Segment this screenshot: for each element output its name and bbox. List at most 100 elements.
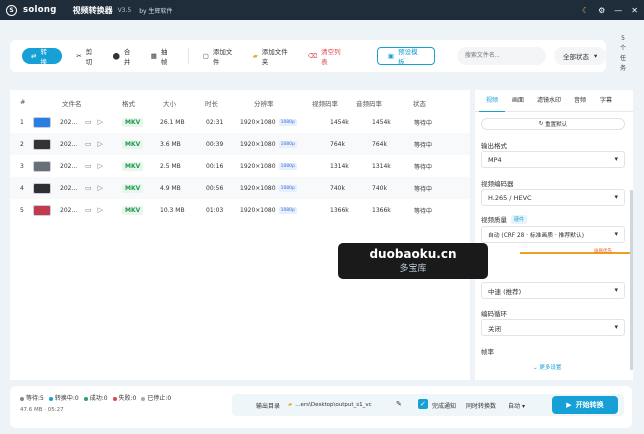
tab-picture[interactable]: 画面 [505, 90, 531, 112]
row-status: 等待中 [414, 119, 433, 127]
cut-button[interactable]: ✂ 剪切 [76, 46, 98, 66]
video-thumbnail[interactable] [33, 199, 51, 221]
audio-bitrate: 740k [372, 184, 387, 192]
app-logo-icon: S [6, 4, 17, 16]
col-header-video-bitrate: 视频码率 [312, 100, 338, 108]
extract-button[interactable]: ▦ 抽帧 [151, 46, 174, 66]
row-status: 等待中 [414, 141, 433, 149]
more-settings-label: 更多设置 [539, 365, 562, 371]
file-name: 202... [60, 118, 78, 126]
video-icon[interactable]: ▷ [98, 118, 103, 126]
extract-label: 抽帧 [160, 48, 168, 66]
video-thumbnail[interactable] [33, 133, 51, 155]
concurrency-select[interactable]: 自动 ▾ [508, 401, 525, 410]
stat-item: 失败:0 [112, 393, 136, 402]
stat-label: 等待:5 [26, 395, 44, 402]
status-dot-icon [83, 396, 88, 401]
done-notify-checkbox[interactable]: ✓ [418, 399, 428, 409]
folder-open-icon[interactable]: ▭ [85, 118, 92, 126]
output-format-select[interactable]: MP4 ▾ [481, 151, 625, 168]
merge-label: 合并 [123, 48, 131, 66]
col-header-name: 文件名 [62, 100, 82, 108]
task-count-toggle[interactable]: 5 个 任 务 [614, 34, 632, 74]
moon-icon[interactable]: ☾ [582, 6, 589, 15]
reset-default-button[interactable]: ↻ 重置默认 [481, 118, 625, 130]
panel-scrollbar[interactable] [630, 190, 633, 370]
row-actions: ▭ ▷ [85, 177, 103, 199]
resolution-badge: 1080p [278, 162, 297, 170]
convert-icon: ⇄ [31, 52, 37, 60]
tab-subtitle[interactable]: 字幕 [593, 90, 619, 112]
resolution-badge: 1080p [278, 118, 297, 126]
folder-open-icon[interactable]: ▭ [85, 184, 92, 192]
clear-list-button[interactable]: ⌫ 清空列表 [308, 46, 347, 66]
settings-icon[interactable]: ⚙ [598, 6, 605, 15]
chevron-down-icon: ▾ [614, 155, 618, 163]
add-folder-button[interactable]: ▰ 添加文件夹 [253, 46, 294, 66]
folder-open-icon[interactable]: ▭ [85, 140, 92, 148]
merge-button[interactable]: ⬤ 合并 [113, 46, 137, 66]
quality-select[interactable]: 自动 (CRF 28 · 标准画质 · 推荐默认) ▾ [481, 226, 625, 243]
stat-item: 转换中:0 [48, 393, 79, 402]
video-icon[interactable]: ▷ [98, 140, 103, 148]
video-icon[interactable]: ▷ [98, 162, 103, 170]
tab-audio[interactable]: 音频 [567, 90, 593, 112]
video-thumbnail[interactable] [33, 111, 51, 133]
convert-button[interactable]: ⇄ 转换 [22, 48, 63, 66]
tab-video[interactable]: 视频 [479, 90, 505, 112]
table-row[interactable]: 3 202... ▭ ▷ MKV 2.5 MB 00:16 1920×1080 1080p 131… [10, 155, 470, 177]
title-bar: S solong 视频转换器 V3.5 by 生辉软件 ☾ ⚙ — ✕ [0, 0, 644, 20]
close-icon[interactable]: ✕ [631, 6, 638, 15]
format-value: MKV [122, 117, 144, 127]
file-name: 202... [60, 206, 78, 214]
folder-open-icon[interactable]: ▭ [85, 162, 92, 170]
audio-bitrate: 1314k [372, 162, 391, 170]
minimize-icon[interactable]: — [614, 6, 622, 15]
video-icon[interactable]: ▷ [98, 184, 103, 192]
preset-template-button[interactable]: ▣ 预设模板 [376, 47, 435, 66]
encoder-select[interactable]: H.265 / HEVC ▾ [481, 189, 625, 206]
status-filter-select[interactable]: 全部状态 ▾ [554, 47, 606, 65]
window-title: 视频转换器 [72, 5, 113, 15]
resolution-badge: 1080p [278, 206, 297, 214]
table-row[interactable]: 4 202... ▭ ▷ MKV 4.9 MB 00:56 1920×1080 1080p 740… [10, 177, 470, 199]
format-badge: MKV [122, 133, 144, 155]
stat-item: 等待:5 [20, 393, 44, 402]
row-status: 等待中 [414, 163, 433, 171]
loop-select[interactable]: 关闭 ▾ [481, 319, 625, 336]
video-bitrate: 1366k [330, 206, 349, 214]
video-bitrate: 740k [330, 184, 345, 192]
more-settings-link[interactable]: ⌄ 更多设置 [533, 363, 561, 371]
speed-select[interactable]: 中速 (推荐) ▾ [481, 282, 625, 299]
output-path-value: ...ers\Desktop\output_s1_vc [295, 402, 372, 408]
tab-filter-watermark[interactable]: 滤镜水印 [531, 90, 567, 112]
thumbnail-image [33, 204, 51, 216]
resolution: 1920×1080 1080p [240, 111, 297, 133]
start-convert-button[interactable]: ▶ 开始转换 [552, 396, 618, 414]
app-version: V3.5 [117, 6, 132, 14]
edit-path-icon[interactable]: ✎ [396, 400, 402, 408]
video-icon[interactable]: ▷ [98, 206, 103, 214]
stat-label: 成功:0 [89, 395, 108, 402]
stat-item: 成功:0 [83, 393, 108, 402]
search-input[interactable] [456, 47, 547, 65]
output-dir-field[interactable]: ▰ ...ers\Desktop\output_s1_vc [288, 399, 384, 411]
output-format-value: MP4 [488, 155, 502, 164]
folder-open-icon[interactable]: ▭ [85, 206, 92, 214]
duration: 00:39 [206, 140, 224, 148]
add-file-button[interactable]: ▢ 添加文件 [203, 46, 239, 66]
table-row[interactable]: 1 202... ▭ ▷ MKV 26.1 MB 02:31 1920×1080 1080p 14… [10, 111, 470, 133]
video-thumbnail[interactable] [33, 177, 51, 199]
resolution-value: 1920×1080 [240, 162, 276, 170]
concurrency-label: 同时转换数 [466, 403, 497, 410]
row-actions: ▭ ▷ [85, 155, 103, 177]
done-notify-label: 完成通知 [432, 403, 457, 410]
video-thumbnail[interactable] [33, 155, 51, 177]
quality-slider[interactable] [520, 252, 630, 254]
chevron-down-icon: ▾ [594, 52, 598, 60]
watermark-domain: duobaoku.cn [369, 247, 457, 261]
table-row[interactable]: 5 202... ▭ ▷ MKV 10.3 MB 01:03 1920×1080 1080p 13… [10, 199, 470, 221]
col-header-status: 状态 [413, 100, 426, 108]
table-row[interactable]: 2 202... ▭ ▷ MKV 3.6 MB 00:39 1920×1080 1080p 764… [10, 133, 470, 155]
folder-icon: ▰ [288, 402, 293, 408]
